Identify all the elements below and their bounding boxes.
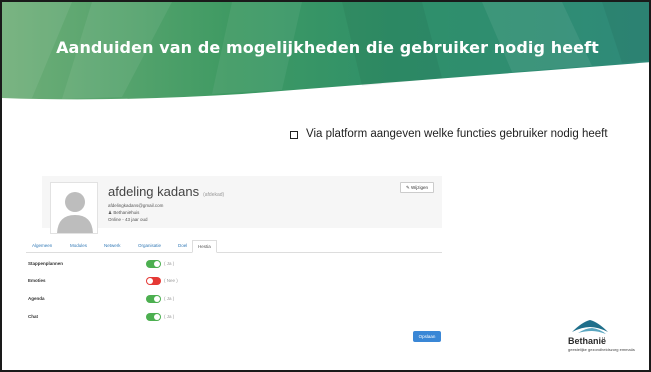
bullet-point: Via platform aangeven welke functies geb… bbox=[290, 128, 635, 141]
edit-button[interactable]: ✎ Wijzigen bbox=[399, 182, 434, 193]
save-button[interactable]: Opslaan bbox=[413, 331, 441, 342]
profile-name: afdeling kadans (afdekad) bbox=[108, 184, 225, 199]
avatar-icon bbox=[50, 182, 98, 234]
profile-status: Online - 43 jaar oud bbox=[108, 217, 148, 222]
permission-state: ( Ja ) bbox=[164, 296, 175, 301]
permission-label: Emoties bbox=[28, 278, 46, 283]
tab-hestia[interactable]: Hestia bbox=[192, 240, 217, 253]
tab-organisatie[interactable]: Organisatie bbox=[138, 243, 161, 248]
permission-row-emoties: Emoties ( Nee ) bbox=[28, 277, 208, 287]
permission-row-chat: Chat ( Ja ) bbox=[28, 313, 208, 323]
bethanie-logo: Bethanië geestelijke gezondheidszorg emm… bbox=[568, 314, 642, 358]
tab-algemeen[interactable]: Algemeen bbox=[32, 243, 52, 248]
permission-row-stappenplannen: Stappenplannen ( Ja ) bbox=[28, 260, 208, 270]
permission-state: ( Ja ) bbox=[164, 314, 175, 319]
slide-header: Aanduiden van de mogelijkheden die gebru… bbox=[2, 2, 649, 102]
tab-modules[interactable]: Modules bbox=[70, 243, 87, 248]
profile-email: afdelingkadans@gmail.com bbox=[108, 203, 164, 208]
toggle-switch[interactable] bbox=[146, 295, 161, 303]
logo-tagline: geestelijke gezondheidszorg emmaüs bbox=[568, 347, 635, 352]
bullet-text: Via platform aangeven welke functies geb… bbox=[306, 128, 608, 140]
permission-state: ( Nee ) bbox=[164, 278, 178, 283]
permission-row-agenda: Agenda ( Ja ) bbox=[28, 295, 208, 305]
toggle-switch[interactable] bbox=[146, 313, 161, 321]
toggle-switch[interactable] bbox=[146, 260, 161, 268]
profile-organization: ♟ Bethaniëhuis bbox=[108, 210, 140, 215]
slide-title: Aanduiden van de mogelijkheden die gebru… bbox=[56, 38, 599, 57]
tab-netwerk[interactable]: Netwerk bbox=[104, 243, 121, 248]
logo-mountain-icon bbox=[572, 320, 608, 334]
permission-label: Stappenplannen bbox=[28, 261, 64, 266]
tab-doel[interactable]: Doel bbox=[178, 243, 187, 248]
profile-card: afdeling kadans (afdekad) afdelingkadans@… bbox=[42, 176, 442, 234]
permission-state: ( Ja ) bbox=[164, 261, 175, 266]
logo-name: Bethanië bbox=[568, 336, 607, 346]
embedded-screenshot: afdeling kadans (afdekad) afdelingkadans@… bbox=[26, 168, 446, 358]
checkbox-bullet-icon bbox=[290, 131, 298, 139]
tab-bar: Algemeen Modules Netwerk Organisatie Doe… bbox=[26, 240, 442, 253]
profile-username: (afdekad) bbox=[203, 192, 225, 198]
person-icon: ♟ bbox=[108, 210, 113, 215]
toggle-switch[interactable] bbox=[146, 277, 161, 285]
permission-label: Chat bbox=[28, 314, 38, 319]
slide: Aanduiden van de mogelijkheden die gebru… bbox=[0, 0, 651, 372]
permission-label: Agenda bbox=[28, 296, 45, 301]
